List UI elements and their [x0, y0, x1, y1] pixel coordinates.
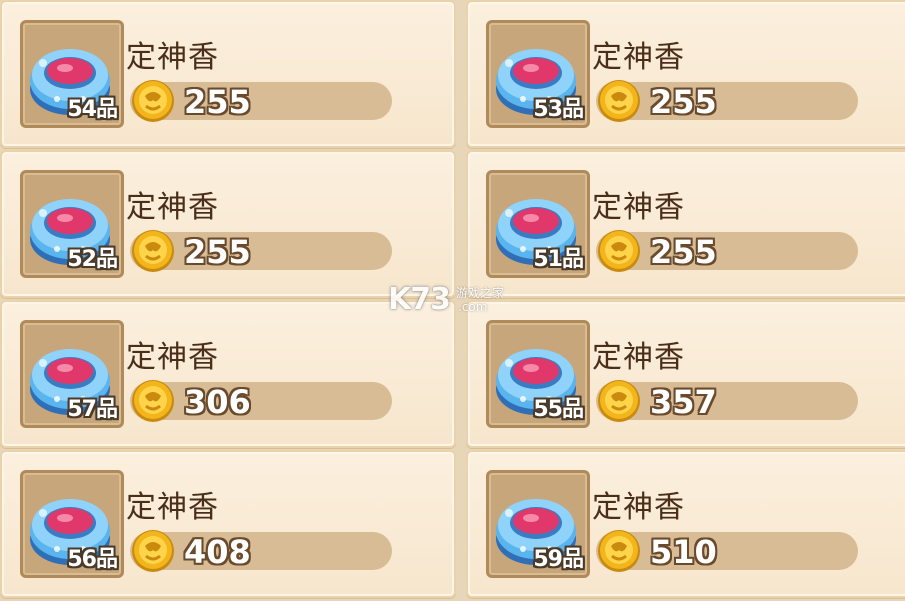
item-slot[interactable]: 52品 — [20, 170, 124, 278]
gold-coin-icon — [598, 80, 640, 122]
item-price: 255 — [184, 83, 251, 121]
item-price: 255 — [184, 233, 251, 271]
item-name: 定神香 — [126, 40, 219, 75]
item-name: 定神香 — [592, 490, 685, 525]
item-name: 定神香 — [126, 190, 219, 225]
item-price: 255 — [650, 233, 717, 271]
item-name: 定神香 — [592, 340, 685, 375]
gold-coin-icon — [598, 380, 640, 422]
watermark-url: .com — [458, 300, 488, 314]
item-slot[interactable]: 57品 — [20, 320, 124, 428]
item-card[interactable]: 59品 定神香 510 — [466, 450, 905, 598]
item-slot[interactable]: 54品 — [20, 20, 124, 128]
gold-coin-icon — [132, 380, 174, 422]
item-grade: 57品 — [67, 397, 118, 422]
item-card[interactable]: 54品 定神香 255 — [0, 0, 456, 148]
item-card[interactable]: 53品 定神香 255 — [466, 0, 905, 148]
watermark-logo: K73 游戏之家 .com — [388, 282, 528, 322]
item-name: 定神香 — [592, 40, 685, 75]
gold-coin-icon — [598, 530, 640, 572]
item-slot[interactable]: 51品 — [486, 170, 590, 278]
item-grade: 55品 — [533, 397, 584, 422]
item-card[interactable]: 56品 定神香 408 — [0, 450, 456, 598]
gold-coin-icon — [132, 230, 174, 272]
item-slot[interactable]: 55品 — [486, 320, 590, 428]
item-slot[interactable]: 53品 — [486, 20, 590, 128]
item-name: 定神香 — [126, 490, 219, 525]
item-price: 408 — [184, 533, 251, 571]
item-card[interactable]: 51品 定神香 255 — [466, 150, 905, 298]
item-card[interactable]: 57品 定神香 306 — [0, 300, 456, 448]
item-grade: 53品 — [533, 97, 584, 122]
item-grade: 52品 — [67, 247, 118, 272]
item-price: 510 — [650, 533, 717, 571]
gold-coin-icon — [598, 230, 640, 272]
item-name: 定神香 — [592, 190, 685, 225]
watermark-main: K73 — [388, 282, 451, 317]
gold-coin-icon — [132, 530, 174, 572]
watermark-sub: 游戏之家 — [456, 286, 505, 300]
item-grade: 59品 — [533, 547, 584, 572]
item-price: 306 — [184, 383, 251, 421]
item-price: 357 — [650, 383, 717, 421]
item-price: 255 — [650, 83, 717, 121]
item-slot[interactable]: 56品 — [20, 470, 124, 578]
item-card[interactable]: 55品 定神香 357 — [466, 300, 905, 448]
item-slot[interactable]: 59品 — [486, 470, 590, 578]
item-grade: 51品 — [533, 247, 584, 272]
item-card[interactable]: 52品 定神香 255 — [0, 150, 456, 298]
gold-coin-icon — [132, 80, 174, 122]
item-name: 定神香 — [126, 340, 219, 375]
item-grade: 54品 — [67, 97, 118, 122]
item-grade: 56品 — [67, 547, 118, 572]
